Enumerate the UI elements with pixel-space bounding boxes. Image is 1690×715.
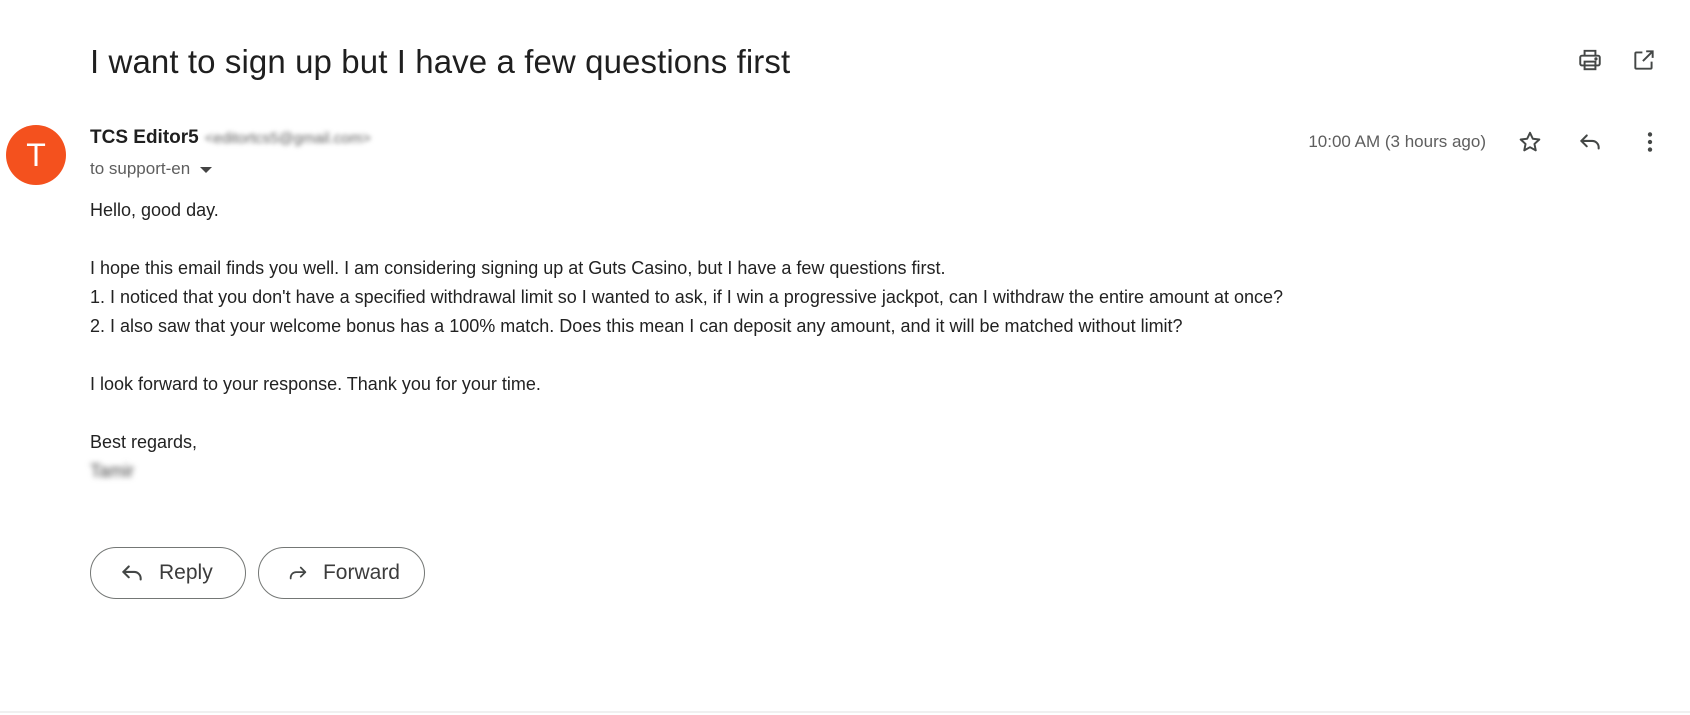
recipient-text: to support-en xyxy=(90,159,191,178)
sender-avatar[interactable]: T xyxy=(6,125,66,185)
subject-toolbar xyxy=(1574,44,1660,76)
more-vert-icon[interactable] xyxy=(1634,126,1666,158)
email-view: I want to sign up but I have a few quest… xyxy=(0,0,1690,715)
body-greeting: Hello, good day. xyxy=(90,200,219,220)
forward-button-label: Forward xyxy=(322,561,400,584)
sender-line: TCS Editor5 <editortcs5@gmail.com> xyxy=(90,127,371,149)
email-subject: I want to sign up but I have a few quest… xyxy=(90,43,791,80)
message-timestamp: 10:00 AM (3 hours ago) xyxy=(1308,132,1486,151)
reply-button[interactable]: Reply xyxy=(90,547,246,599)
body-paragraph: I hope this email finds you well. I am c… xyxy=(90,258,946,278)
message-meta: 10:00 AM (3 hours ago) xyxy=(1308,126,1666,158)
sender-email: <editortcs5@gmail.com> xyxy=(204,130,371,147)
email-body: Hello, good day. I hope this email finds… xyxy=(90,196,1283,486)
forward-icon xyxy=(289,566,307,580)
reply-icon xyxy=(122,565,142,581)
recipient-line: to support-en xyxy=(90,159,213,179)
recipient-details-chevron-down-icon[interactable] xyxy=(200,167,213,173)
reply-icon[interactable] xyxy=(1574,126,1606,158)
reply-button-label: Reply xyxy=(159,561,213,584)
sender-name[interactable]: TCS Editor5 xyxy=(90,127,199,149)
body-question-2: 2. I also saw that your welcome bonus ha… xyxy=(90,316,1183,336)
open-in-new-window-icon[interactable] xyxy=(1628,44,1660,76)
star-icon[interactable] xyxy=(1514,126,1546,158)
body-signature: Tamir xyxy=(90,461,134,481)
divider xyxy=(0,711,1690,713)
forward-button[interactable]: Forward xyxy=(258,547,425,599)
print-icon[interactable] xyxy=(1574,44,1606,76)
reply-actions: Reply Forward xyxy=(90,547,425,599)
body-question-1: 1. I noticed that you don't have a speci… xyxy=(90,287,1284,307)
body-signoff: Best regards, xyxy=(90,432,198,452)
body-closing: I look forward to your response. Thank y… xyxy=(90,374,541,394)
